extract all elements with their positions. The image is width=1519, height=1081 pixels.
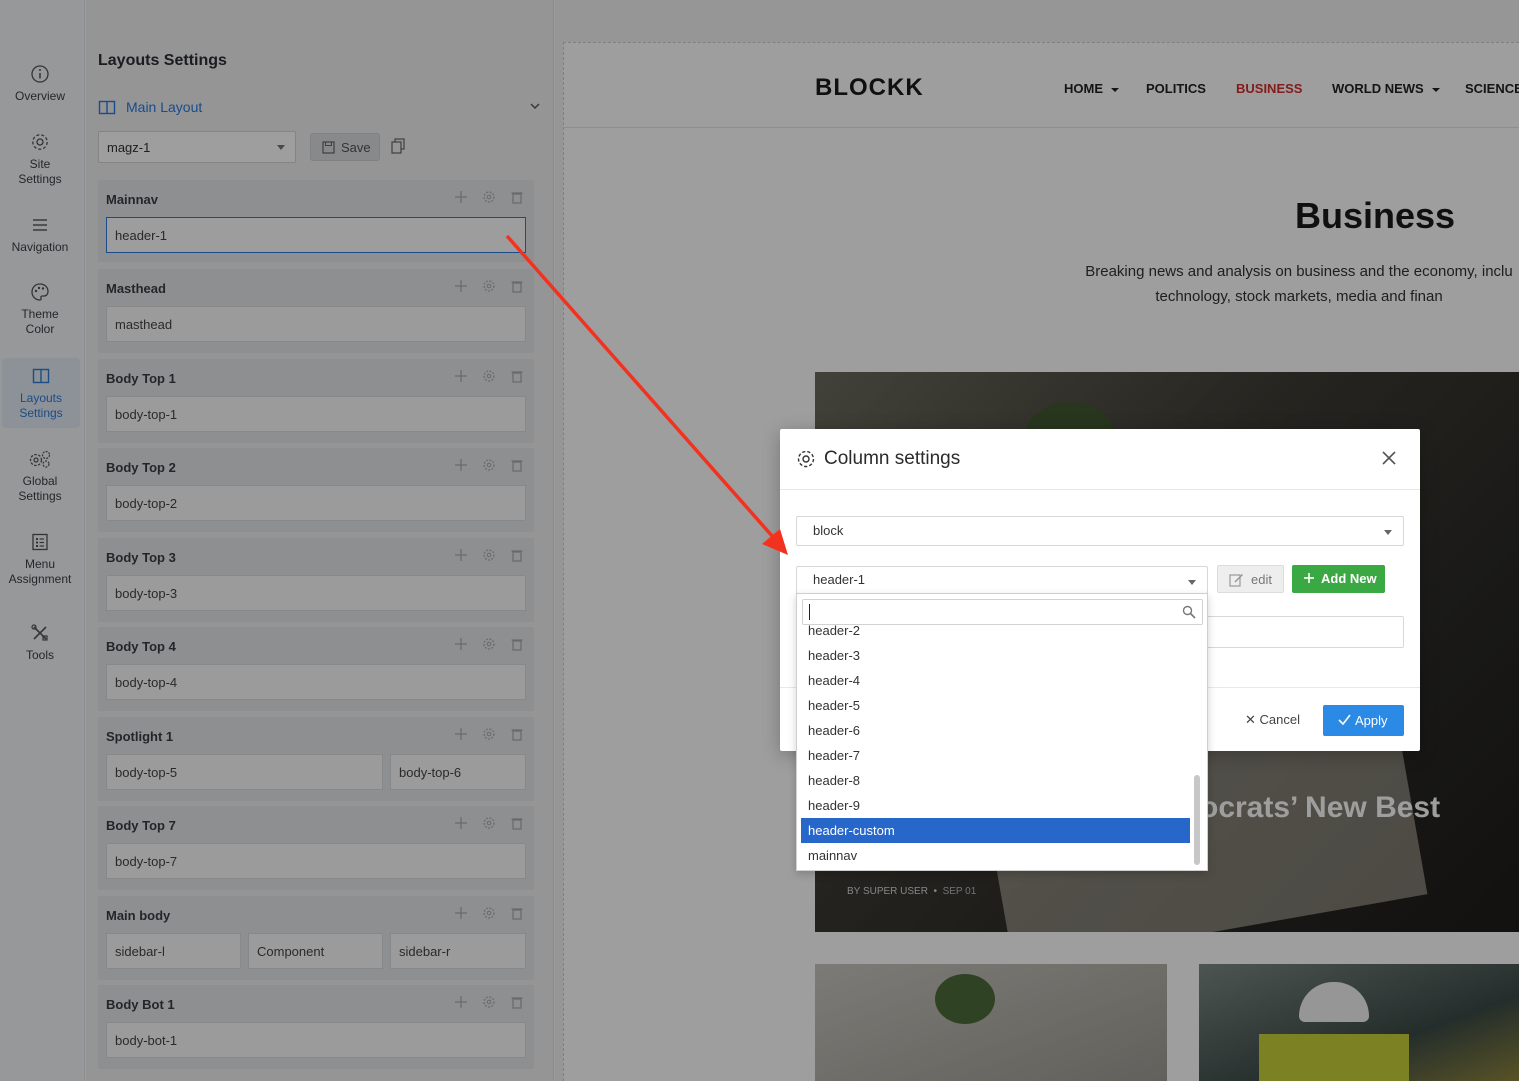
annotation-arrow [505, 234, 788, 555]
